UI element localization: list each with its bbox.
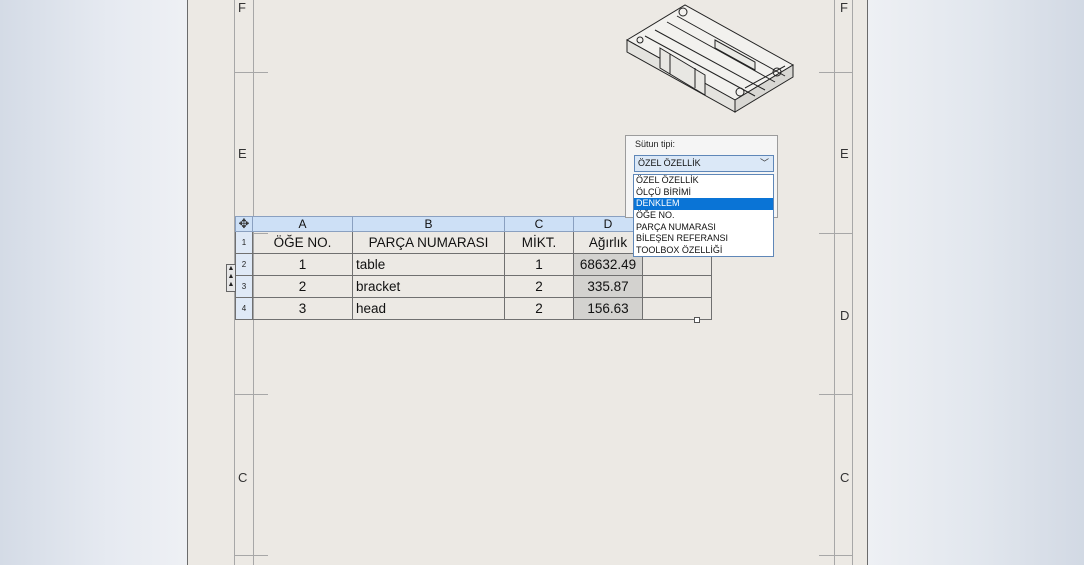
header-cell-qty[interactable]: MİKT. xyxy=(504,231,574,254)
zone-divider xyxy=(234,72,268,73)
column-header-c[interactable]: C xyxy=(504,216,574,232)
zone-divider xyxy=(819,233,853,234)
column-header-a[interactable]: A xyxy=(252,216,353,232)
cell-part-number[interactable]: head xyxy=(352,297,505,320)
zone-letter-left: F xyxy=(238,0,246,15)
zone-divider xyxy=(819,555,853,556)
zone-divider xyxy=(234,555,268,556)
zone-letter-right: F xyxy=(840,0,848,15)
zone-divider xyxy=(819,72,853,73)
header-cell-part-number[interactable]: PARÇA NUMARASI xyxy=(352,231,505,254)
option-equation[interactable]: DENKLEM xyxy=(634,198,773,211)
zone-letter-right: D xyxy=(840,308,850,323)
cell-item-no[interactable]: 2 xyxy=(252,275,353,298)
cell-qty[interactable]: 2 xyxy=(504,275,574,298)
option-part-number[interactable]: PARÇA NUMARASI xyxy=(634,222,773,234)
cell-part-number[interactable]: table xyxy=(352,253,505,276)
cell-item-no[interactable]: 1 xyxy=(252,253,353,276)
cell-weight[interactable]: 156.63 xyxy=(573,297,643,320)
cell-part-number[interactable]: bracket xyxy=(352,275,505,298)
table-row[interactable]: 3 2 bracket 2 335.87 xyxy=(235,275,712,298)
row-number[interactable]: 1 xyxy=(235,231,253,254)
column-type-selected: ÖZEL ÖZELLİK xyxy=(638,158,701,168)
option-unit-of-measure[interactable]: ÖLÇÜ BİRİMİ xyxy=(634,187,773,199)
option-item-no[interactable]: ÖĞE NO. xyxy=(634,210,773,222)
row-drag-handle[interactable]: ▲ ▲ ▲ xyxy=(226,264,236,292)
row-number[interactable]: 2 xyxy=(235,253,253,276)
table-resize-handle[interactable] xyxy=(694,317,700,323)
option-custom-property[interactable]: ÖZEL ÖZELLİK xyxy=(634,175,773,187)
right-border-line xyxy=(834,0,835,565)
chevron-down-icon[interactable]: ﹀ xyxy=(760,156,769,171)
cell-empty[interactable] xyxy=(642,297,712,320)
move-icon[interactable]: ✥ xyxy=(237,217,251,231)
table-row[interactable]: 4 3 head 2 156.63 xyxy=(235,297,712,320)
zone-letter-right: E xyxy=(840,146,849,161)
option-component-reference[interactable]: BİLEŞEN REFERANSI xyxy=(634,233,773,245)
cell-weight[interactable]: 335.87 xyxy=(573,275,643,298)
cell-qty[interactable]: 2 xyxy=(504,297,574,320)
table-move-handle[interactable]: ✥ xyxy=(235,216,253,232)
zone-letter-left: E xyxy=(238,146,247,161)
header-cell-item-no[interactable]: ÖĞE NO. xyxy=(252,231,353,254)
column-type-label: Sütun tipi: xyxy=(635,139,676,149)
cell-item-no[interactable]: 3 xyxy=(252,297,353,320)
option-toolbox-property[interactable]: TOOLBOX ÖZELLİĞİ xyxy=(634,245,773,257)
zone-divider xyxy=(819,394,853,395)
zone-letter-right: C xyxy=(840,470,850,485)
row-number[interactable]: 3 xyxy=(235,275,253,298)
column-type-options[interactable]: ÖZEL ÖZELLİK ÖLÇÜ BİRİMİ DENKLEM ÖĞE NO.… xyxy=(633,174,774,257)
isometric-model-view[interactable] xyxy=(615,0,800,130)
zone-letter-left: C xyxy=(238,470,248,485)
column-header-b[interactable]: B xyxy=(352,216,505,232)
zone-divider xyxy=(234,394,268,395)
cell-empty[interactable] xyxy=(642,275,712,298)
right-border-line-inner xyxy=(852,0,853,565)
row-number[interactable]: 4 xyxy=(235,297,253,320)
cell-qty[interactable]: 1 xyxy=(504,253,574,276)
column-type-select[interactable]: ÖZEL ÖZELLİK ﹀ xyxy=(634,155,774,172)
